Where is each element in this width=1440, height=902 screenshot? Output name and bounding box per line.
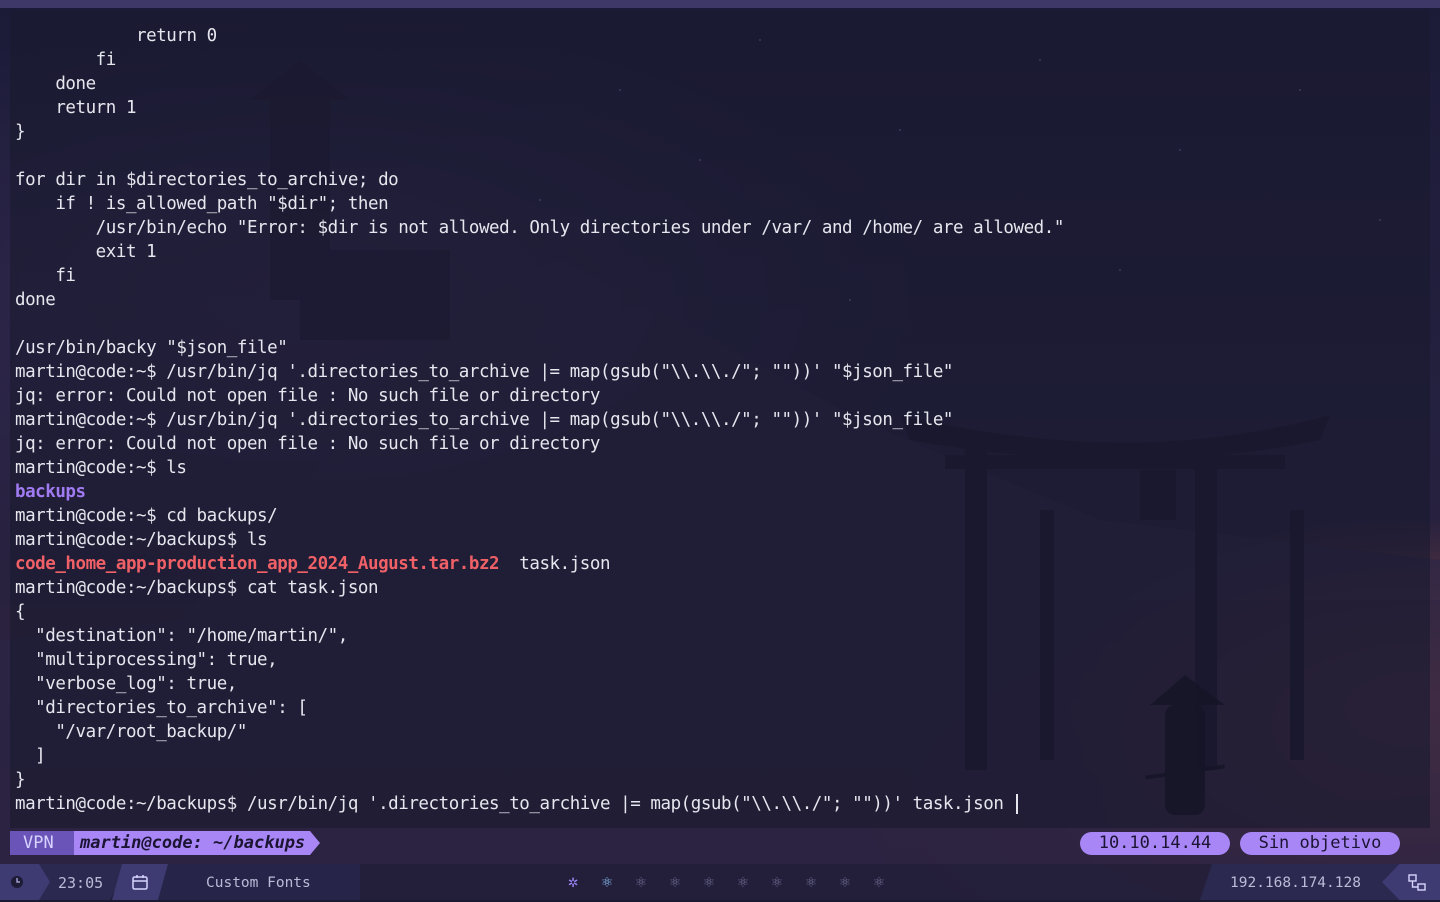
network-ip[interactable]: 192.168.174.128 <box>1200 864 1400 900</box>
workspace-7-icon[interactable]: ⚛ <box>760 864 794 900</box>
terminal-line: { <box>15 602 26 622</box>
ls-output: code_home_app-production_app_2024_August… <box>15 552 1064 576</box>
calendar-icon <box>132 875 148 890</box>
workspace-3-icon[interactable]: ⚛ <box>624 864 658 900</box>
prompt-command[interactable]: martin@code:~/backups$ /usr/bin/jq '.dir… <box>15 794 1014 814</box>
terminal-window[interactable]: return 0 fi done return 1 } for dir in $… <box>10 10 1430 828</box>
network-icon <box>1408 874 1426 891</box>
archive-entry: code_home_app-production_app_2024_August… <box>15 554 500 574</box>
terminal-line: } <box>15 770 26 790</box>
terminal-line: "verbose_log": true, <box>15 674 237 694</box>
file-entry: task.json <box>499 554 611 574</box>
terminal-line: martin@code:~$ /usr/bin/jq '.directories… <box>15 362 953 382</box>
workspace-8-icon[interactable]: ⚛ <box>794 864 828 900</box>
text-cursor <box>1015 794 1018 814</box>
workspace-4-icon[interactable]: ⚛ <box>658 864 692 900</box>
terminal-line: done <box>15 290 56 310</box>
terminal-line: /usr/bin/echo "Error: $dir is not allowe… <box>15 218 1065 238</box>
ls-output: backups <box>15 480 1064 504</box>
terminal-line: exit 1 <box>15 242 157 262</box>
custom-fonts-label[interactable]: Custom Fonts <box>150 864 360 900</box>
terminal-line: martin@code:~/backups$ cat task.json <box>15 578 379 598</box>
vpn-segment: VPN <box>10 831 74 855</box>
terminal-line: martin@code:~$ /usr/bin/jq '.directories… <box>15 410 953 430</box>
terminal-statusline: VPN martin@code: ~/backups 10.10.14.44 S… <box>10 831 1430 855</box>
terminal-line: /usr/bin/backy "$json_file" <box>15 338 288 358</box>
session-path-segment: martin@code: ~/backups <box>74 831 310 855</box>
terminal-line: for dir in $directories_to_archive; do <box>15 170 399 190</box>
terminal-output: return 0 fi done return 1 } for dir in $… <box>15 24 1064 816</box>
workspace-5-icon[interactable]: ⚛ <box>692 864 726 900</box>
top-strip <box>0 0 1440 8</box>
workspace-switcher: ✲ ⚛ ⚛ ⚛ ⚛ ⚛ ⚛ ⚛ ⚛ ⚛ <box>556 864 896 900</box>
terminal-line: fi <box>15 50 117 70</box>
workspace-1-icon[interactable]: ✲ <box>556 864 590 900</box>
workspace-10-icon[interactable]: ⚛ <box>862 864 896 900</box>
terminal-line: jq: error: Could not open file : No such… <box>15 434 600 454</box>
terminal-line: "destination": "/home/martin/", <box>15 626 348 646</box>
terminal-line: martin@code:~$ ls <box>15 458 187 478</box>
terminal-line: return 1 <box>15 98 137 118</box>
workspace-9-icon[interactable]: ⚛ <box>828 864 862 900</box>
terminal-line: return 0 <box>15 26 217 46</box>
terminal-line: ] <box>15 746 46 766</box>
directory-entry: backups <box>15 482 86 502</box>
terminal-line: done <box>15 74 96 94</box>
terminal-line: "multiprocessing": true, <box>15 650 278 670</box>
vpn-ip-badge: 10.10.14.44 <box>1080 832 1230 855</box>
bottom-panel: 23:05 Custom Fonts ✲ ⚛ ⚛ ⚛ ⚛ ⚛ ⚛ ⚛ ⚛ ⚛ 1… <box>0 864 1440 900</box>
prompt-line[interactable]: martin@code:~/backups$ /usr/bin/jq '.dir… <box>15 792 1064 816</box>
terminal-line: martin@code:~$ cd backups/ <box>15 506 278 526</box>
clock-icon <box>11 876 23 888</box>
target-badge: Sin objetivo <box>1240 832 1400 855</box>
terminal-line: martin@code:~/backups$ ls <box>15 530 268 550</box>
segment-separator <box>310 831 320 855</box>
terminal-line: } <box>15 122 26 142</box>
terminal-line: "/var/root_backup/" <box>15 722 247 742</box>
terminal-line: "directories_to_archive": [ <box>15 698 308 718</box>
terminal-line: if ! is_allowed_path "$dir"; then <box>15 194 389 214</box>
terminal-line: jq: error: Could not open file : No such… <box>15 386 600 406</box>
workspace-6-icon[interactable]: ⚛ <box>726 864 760 900</box>
terminal-line: fi <box>15 266 76 286</box>
workspace-2-icon[interactable]: ⚛ <box>590 864 624 900</box>
